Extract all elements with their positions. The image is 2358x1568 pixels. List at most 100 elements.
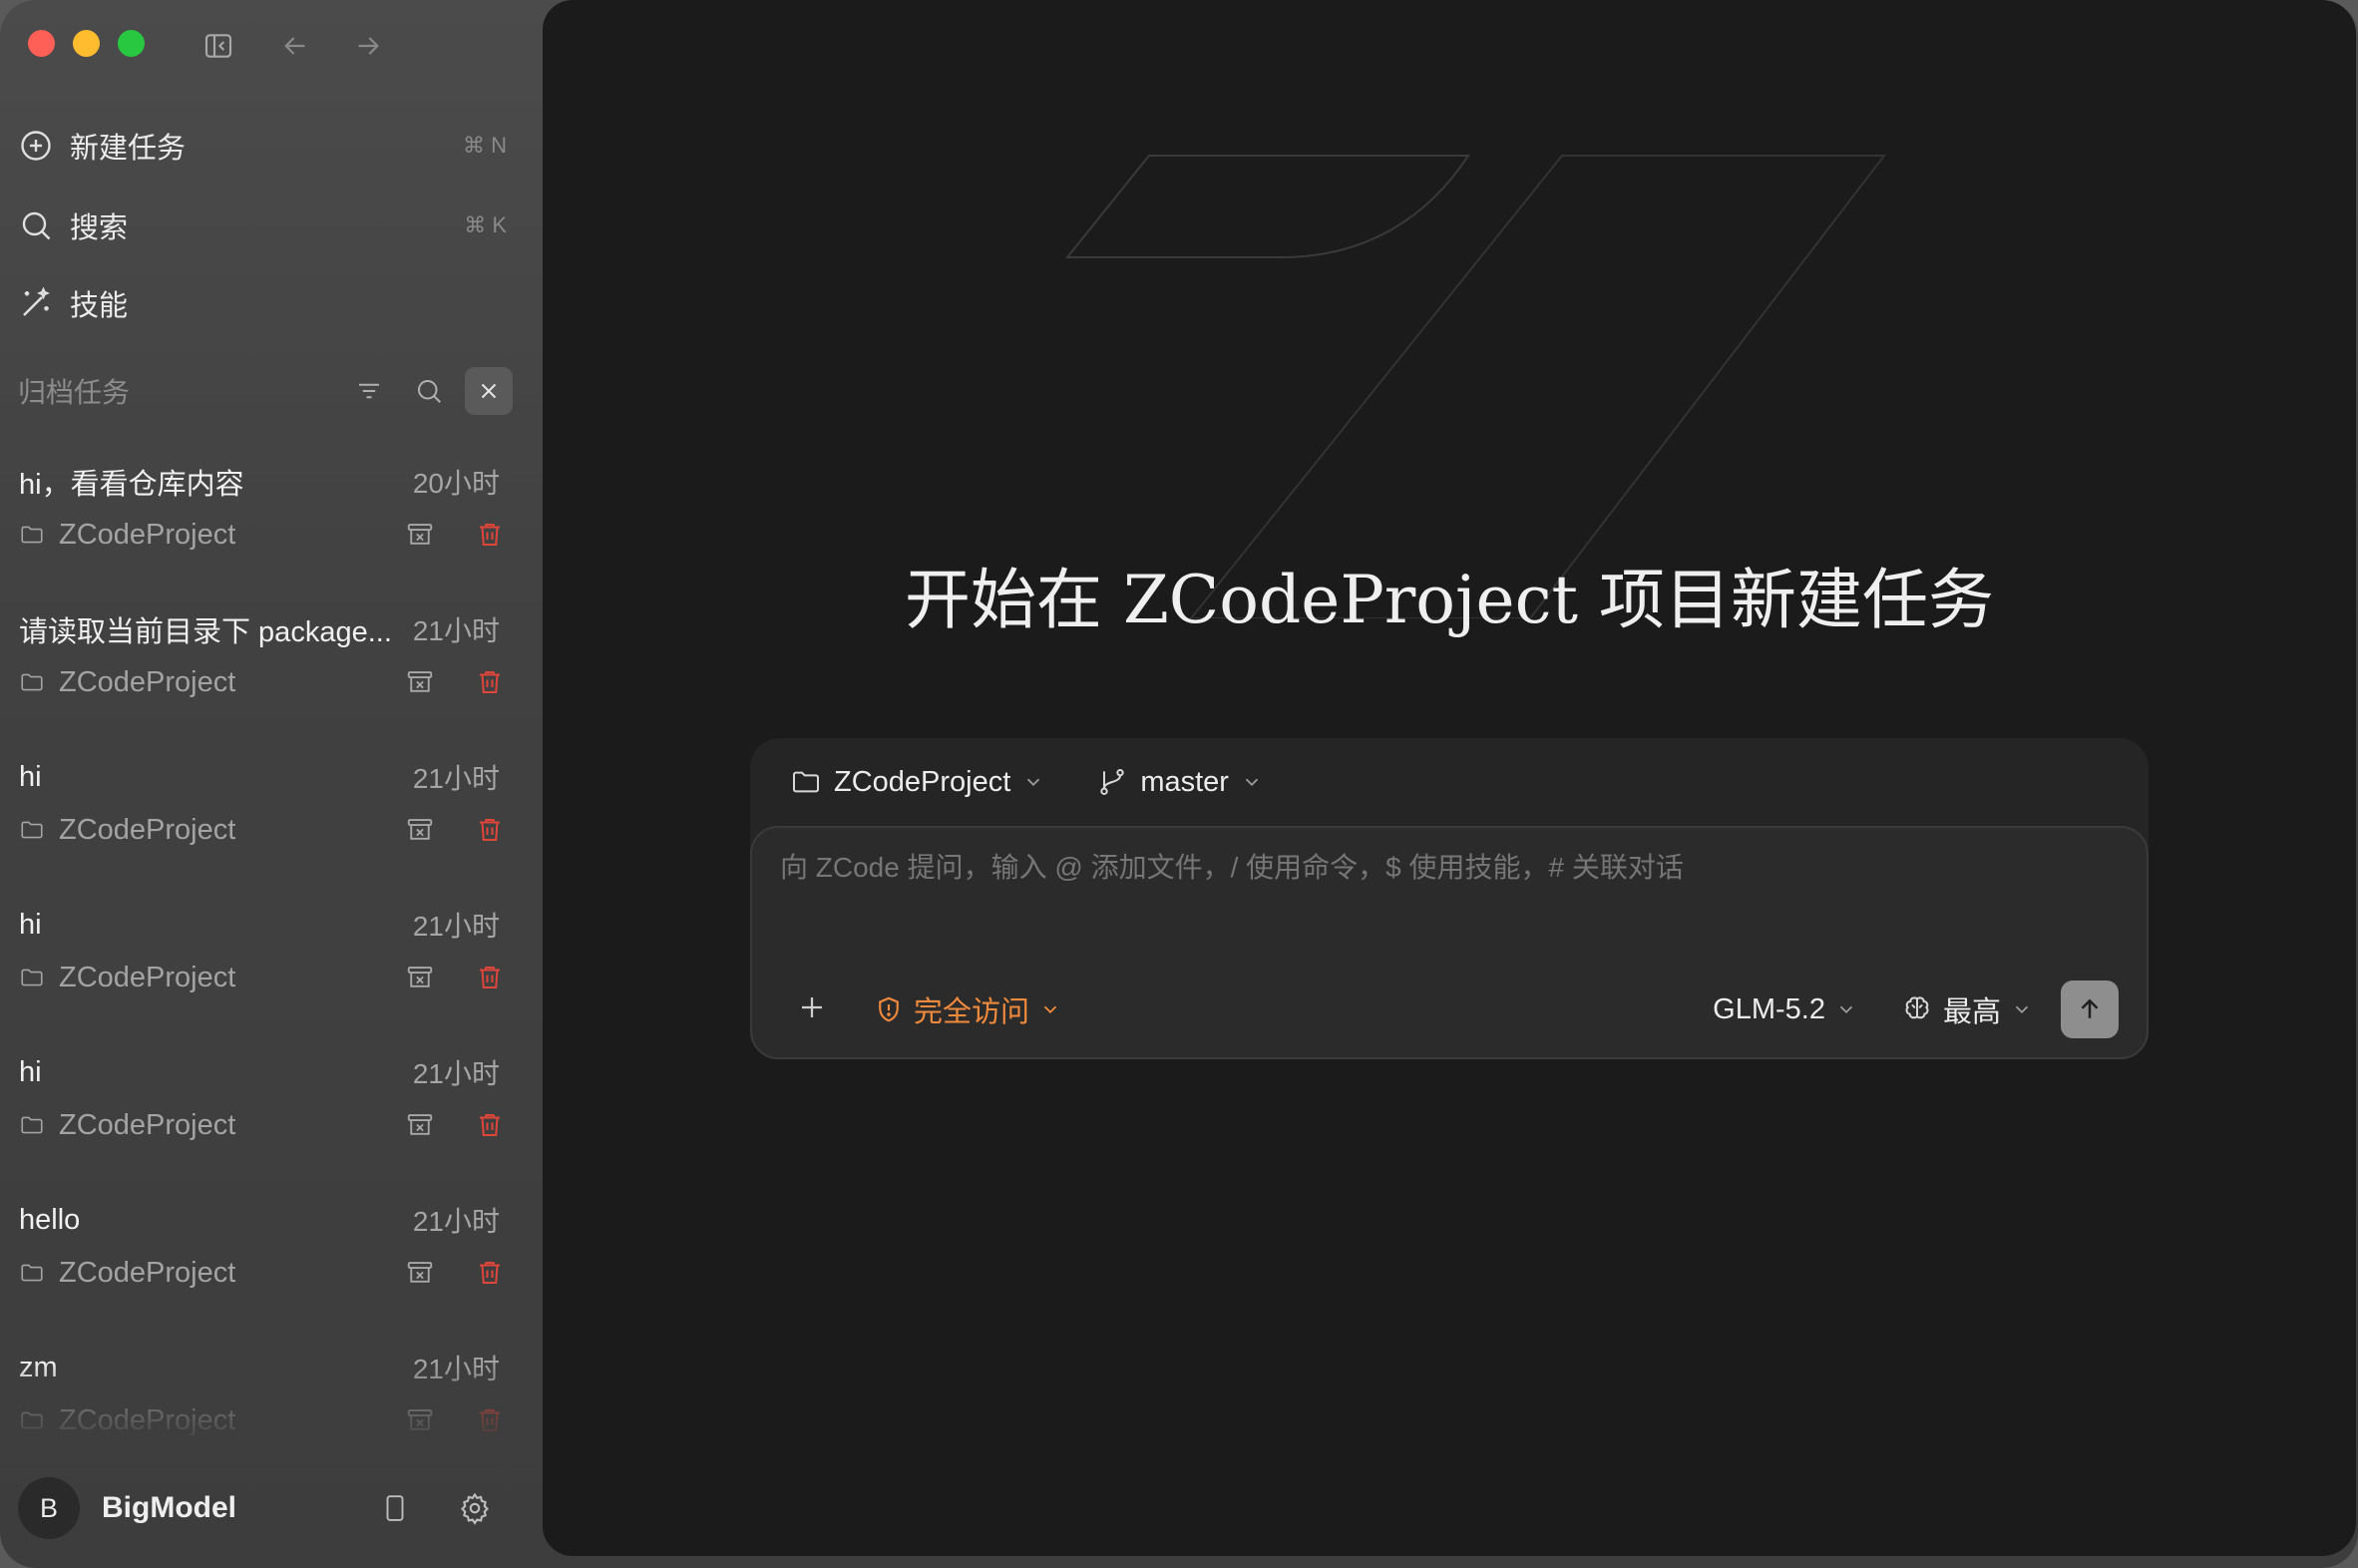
- branch-selector[interactable]: master: [1096, 766, 1263, 799]
- delete-icon[interactable]: [472, 664, 508, 700]
- shortcut-hint: ⌘ N: [463, 133, 507, 158]
- task-item[interactable]: zm 21小时 ZCodeProject: [0, 1339, 543, 1440]
- gear-icon[interactable]: [453, 1486, 497, 1530]
- back-arrow-icon[interactable]: [279, 30, 311, 67]
- maximize-window-button[interactable]: [118, 30, 145, 57]
- folder-icon: [21, 1264, 43, 1282]
- task-project: ZCodeProject: [19, 814, 368, 847]
- unarchive-icon[interactable]: [402, 1107, 438, 1143]
- chevron-down-icon: [1043, 1005, 1057, 1014]
- unarchive-icon[interactable]: [402, 1402, 438, 1438]
- plus-circle-icon: [21, 131, 51, 161]
- nav-new-task[interactable]: 新建任务 ⌘ N: [18, 116, 507, 176]
- prompt-placeholder: 向 ZCode 提问，输入 @ 添加文件，/ 使用命令，$ 使用技能，# 关联对…: [780, 852, 1684, 883]
- nav-skills[interactable]: 技能: [18, 273, 507, 333]
- chevron-down-icon: [1027, 778, 1040, 787]
- nav-search[interactable]: 搜索 ⌘ K: [18, 196, 507, 255]
- archive-search-icon[interactable]: [405, 367, 453, 415]
- main-panel: 开始在 ZCodeProject 项目新建任务 ZCodeProject mas…: [543, 0, 2356, 1556]
- phone-icon[interactable]: [373, 1486, 417, 1530]
- unarchive-icon[interactable]: [402, 664, 438, 700]
- forward-arrow-icon[interactable]: [352, 30, 384, 67]
- unarchive-icon[interactable]: [402, 960, 438, 995]
- folder-icon: [21, 673, 43, 691]
- task-project: ZCodeProject: [19, 962, 368, 994]
- app-window: 新建任务 ⌘ N 搜索 ⌘ K 技能 归档任务 hi，看看仓库内容 20小时 Z…: [0, 0, 2358, 1568]
- unarchive-icon[interactable]: [402, 517, 438, 553]
- task-project-name: ZCodeProject: [59, 518, 236, 551]
- delete-icon[interactable]: [472, 517, 508, 553]
- unarchive-icon[interactable]: [402, 812, 438, 848]
- task-item[interactable]: hello 21小时 ZCodeProject: [0, 1191, 543, 1339]
- model-selector[interactable]: GLM-5.2: [1713, 993, 1857, 1026]
- chevron-down-icon: [1839, 1005, 1853, 1014]
- task-item[interactable]: 请读取当前目录下 package... 21小时 ZCodeProject: [0, 600, 543, 748]
- page-title: 开始在 ZCodeProject 项目新建任务: [904, 562, 1995, 638]
- plus-icon: [802, 996, 822, 1017]
- task-project-name: ZCodeProject: [59, 1403, 236, 1436]
- archive-title: 归档任务: [18, 377, 131, 408]
- task-project-name: ZCodeProject: [59, 1256, 236, 1289]
- composer-toolbar: 完全访问 GLM-5.2 最高: [752, 962, 2147, 1057]
- unarchive-icon[interactable]: [402, 1255, 438, 1291]
- toggle-sidebar-icon[interactable]: [202, 30, 234, 67]
- close-icon[interactable]: [465, 367, 513, 415]
- task-item[interactable]: hi 21小时 ZCodeProject: [0, 748, 543, 896]
- add-attachment-button[interactable]: [792, 987, 832, 1032]
- branch-name: master: [1140, 765, 1229, 798]
- task-title: hi，看看仓库内容: [19, 469, 244, 501]
- reasoning-effort-selector[interactable]: 最高: [1901, 988, 2033, 1030]
- folder-icon: [21, 821, 43, 839]
- project-selector[interactable]: ZCodeProject: [790, 766, 1044, 799]
- access-mode-selector[interactable]: 完全访问: [874, 988, 1061, 1030]
- user-name[interactable]: BigModel: [102, 1491, 337, 1525]
- task-item[interactable]: hi 21小时 ZCodeProject: [0, 1043, 543, 1191]
- task-project: ZCodeProject: [19, 1404, 368, 1437]
- task-title: hi: [19, 1055, 42, 1088]
- close-window-button[interactable]: [28, 30, 55, 57]
- delete-icon[interactable]: [472, 1255, 508, 1291]
- task-title: hi: [19, 760, 42, 793]
- shortcut-hint: ⌘ K: [464, 212, 507, 237]
- task-project: ZCodeProject: [19, 1257, 368, 1290]
- task-project: ZCodeProject: [19, 519, 368, 552]
- composer: ZCodeProject master 向 ZCode 提问，输入 @ 添加文件…: [750, 738, 2149, 1059]
- task-time: 20小时: [412, 468, 500, 499]
- prompt-input[interactable]: 向 ZCode 提问，输入 @ 添加文件，/ 使用命令，$ 使用技能，# 关联对…: [750, 826, 2149, 1059]
- model-name: GLM-5.2: [1713, 992, 1825, 1025]
- brain-icon: [1905, 996, 1929, 1019]
- context-bar: ZCodeProject master: [750, 738, 2149, 826]
- nav-label: 搜索: [70, 212, 129, 244]
- nav-label: 新建任务: [70, 133, 187, 165]
- task-item[interactable]: hi，看看仓库内容 20小时 ZCodeProject: [0, 453, 543, 600]
- git-branch-icon: [1100, 769, 1124, 795]
- task-title: 请读取当前目录下 package...: [19, 616, 392, 648]
- task-title: hello: [19, 1203, 81, 1236]
- task-title: zm: [19, 1351, 58, 1383]
- zcode-logo-watermark: [1064, 155, 1887, 618]
- delete-icon[interactable]: [472, 812, 508, 848]
- delete-icon[interactable]: [472, 1107, 508, 1143]
- minimize-window-button[interactable]: [73, 30, 100, 57]
- search-icon: [22, 211, 51, 240]
- folder-icon: [21, 969, 43, 986]
- delete-icon[interactable]: [472, 960, 508, 995]
- filter-icon[interactable]: [345, 367, 393, 415]
- delete-icon[interactable]: [472, 1402, 508, 1438]
- archive-header: 归档任务: [18, 365, 513, 417]
- project-name: ZCodeProject: [834, 765, 1011, 798]
- send-button[interactable]: [2061, 980, 2119, 1038]
- task-item[interactable]: hi 21小时 ZCodeProject: [0, 896, 543, 1043]
- task-project: ZCodeProject: [19, 666, 368, 699]
- access-mode-label: 完全访问: [914, 996, 1030, 1028]
- task-time: 21小时: [412, 615, 500, 646]
- window-controls: [28, 30, 145, 57]
- chevron-down-icon: [2015, 1005, 2029, 1014]
- task-time: 21小时: [412, 1354, 500, 1384]
- effort-label: 最高: [1942, 996, 2001, 1028]
- arrow-up-icon: [2081, 998, 2099, 1018]
- folder-icon: [21, 1411, 43, 1429]
- task-time: 21小时: [412, 763, 500, 794]
- avatar[interactable]: B: [18, 1477, 80, 1539]
- chevron-down-icon: [1245, 778, 1259, 787]
